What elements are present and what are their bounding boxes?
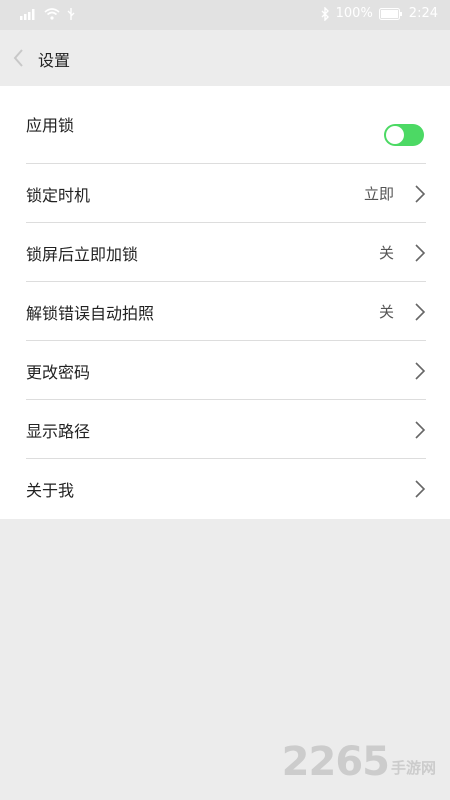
app-lock-toggle[interactable] [384,124,424,146]
app-bar: 设置 [0,30,450,86]
status-bar: 100% 2:24 [0,0,450,30]
setting-value: 立即 [363,185,394,203]
battery-percent: 100% [335,6,373,21]
chevron-right-icon [415,244,426,262]
setting-row-show-path[interactable]: 显示路径 [0,400,450,459]
setting-label: 显示路径 [26,422,91,441]
chevron-right-icon [415,185,426,203]
setting-row-change-password[interactable]: 更改密码 [0,341,450,400]
setting-label: 锁定时机 [26,186,91,205]
bluetooth-icon [320,6,330,21]
setting-label: 关于我 [26,481,75,500]
status-time: 2:24 [408,6,438,21]
watermark-text: 手游网 [390,759,436,777]
watermark-logo: 2265 手游网 [282,742,436,782]
status-left [20,8,76,20]
setting-value: 关 [378,244,394,262]
chevron-right-icon [415,362,426,380]
setting-label: 锁屏后立即加锁 [26,245,139,264]
toggle-knob [386,126,404,144]
settings-list: 应用锁 锁定时机 立即 锁屏后立即加锁 关 解锁错误自动拍照 关 更改密码 显示… [0,86,450,519]
chevron-right-icon [415,303,426,321]
chevron-right-icon [415,480,426,498]
setting-row-intruder-photo[interactable]: 解锁错误自动拍照 关 [0,282,450,341]
screen: 100% 2:24 设置 应用锁 锁定时机 立即 锁屏后立即加锁 关 解锁错误自… [0,0,450,800]
setting-row-about[interactable]: 关于我 [0,459,450,519]
status-right: 100% 2:24 [320,6,438,21]
setting-row-app-lock: 应用锁 [0,86,450,164]
wifi-icon [44,8,60,20]
signal-icon [20,8,38,20]
battery-icon [378,7,403,20]
setting-label: 更改密码 [26,363,91,382]
page-title: 设置 [38,51,71,70]
setting-label: 应用锁 [26,116,75,135]
back-button[interactable] [8,44,32,72]
setting-row-lock-after-screen-off[interactable]: 锁屏后立即加锁 关 [0,223,450,282]
setting-label: 解锁错误自动拍照 [26,304,155,323]
setting-row-lock-timing[interactable]: 锁定时机 立即 [0,164,450,223]
watermark-number: 2265 [281,739,390,785]
setting-value: 关 [378,303,394,321]
usb-icon [66,8,76,20]
chevron-right-icon [415,421,426,439]
chevron-left-icon [13,49,23,67]
